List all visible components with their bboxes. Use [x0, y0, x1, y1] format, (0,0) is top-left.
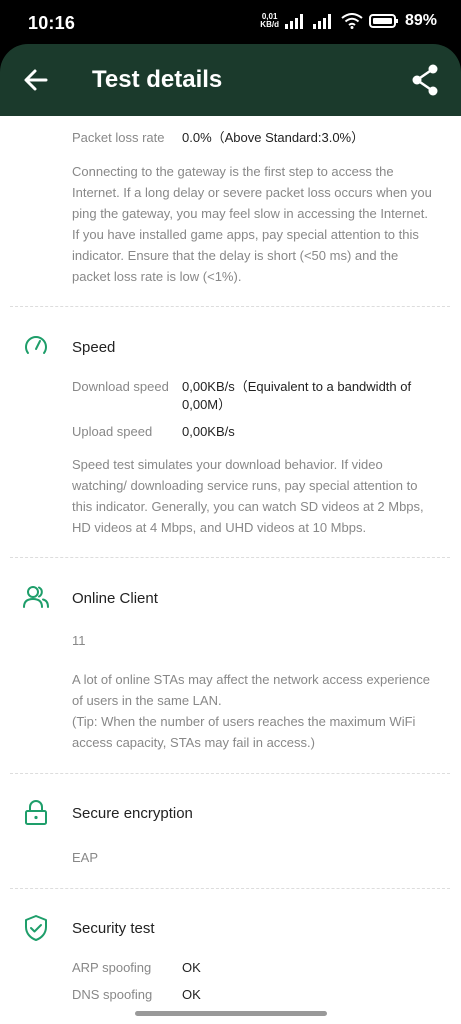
home-indicator[interactable] — [135, 1011, 327, 1016]
status-time: 10:16 — [28, 13, 76, 33]
battery-icon — [368, 14, 398, 28]
encryption-value: EAP — [72, 850, 99, 865]
download-speed-label: Download speed — [72, 379, 169, 394]
signal-icon — [284, 14, 303, 29]
gateway-description: Connecting to the gateway is the first s… — [72, 164, 432, 284]
divider — [10, 557, 450, 558]
shield-check-icon — [25, 915, 47, 941]
arp-spoofing-value: OK — [182, 960, 201, 975]
divider — [10, 773, 450, 774]
share-icon[interactable] — [411, 64, 439, 96]
online-client-title: Online Client — [72, 590, 158, 607]
encryption-title: Secure encryption — [72, 805, 193, 822]
speedometer-icon — [25, 336, 47, 354]
arp-spoofing-label: ARP spoofing — [72, 960, 152, 975]
divider — [10, 888, 450, 889]
signal-icon-2 — [312, 14, 331, 29]
back-arrow-icon[interactable] — [22, 66, 50, 94]
upload-speed-label: Upload speed — [72, 424, 153, 439]
packet-loss-value: 0.0%（Above Standard:3.0%） — [182, 130, 365, 145]
speed-title: Speed — [72, 339, 116, 356]
dns-spoofing-value: OK — [182, 987, 201, 1002]
status-bar: 10:16 0,01 KB/d 89% — [0, 0, 461, 44]
app-bar: Test details — [0, 44, 461, 116]
details-list[interactable]: Packet loss rate 0.0%（Above Standard:3.0… — [0, 116, 461, 1024]
security-test-title: Security test — [72, 920, 155, 937]
divider — [10, 306, 450, 307]
page-title: Test details — [92, 66, 223, 93]
upload-speed-value: 0,00KB/s — [182, 424, 235, 439]
lock-icon — [25, 800, 47, 825]
online-client-description: A lot of online STAs may affect the netw… — [72, 672, 430, 708]
dns-spoofing-label: DNS spoofing — [72, 987, 153, 1002]
status-icons: 0,01 KB/d 89% — [260, 12, 437, 30]
speed-description: Speed test simulates your download behav… — [72, 457, 424, 535]
users-icon — [23, 586, 49, 608]
network-rate: 0,01 KB/d — [260, 12, 279, 29]
online-client-tip: (Tip: When the number of users reaches t… — [72, 714, 416, 750]
download-speed-value: 0,00KB/s（Equivalent to a bandwidth of 0,… — [182, 379, 412, 412]
wifi-icon — [341, 13, 363, 29]
packet-loss-label: Packet loss rate — [72, 130, 165, 145]
battery-percent: 89% — [404, 12, 437, 29]
online-client-count: 11 — [72, 633, 86, 648]
